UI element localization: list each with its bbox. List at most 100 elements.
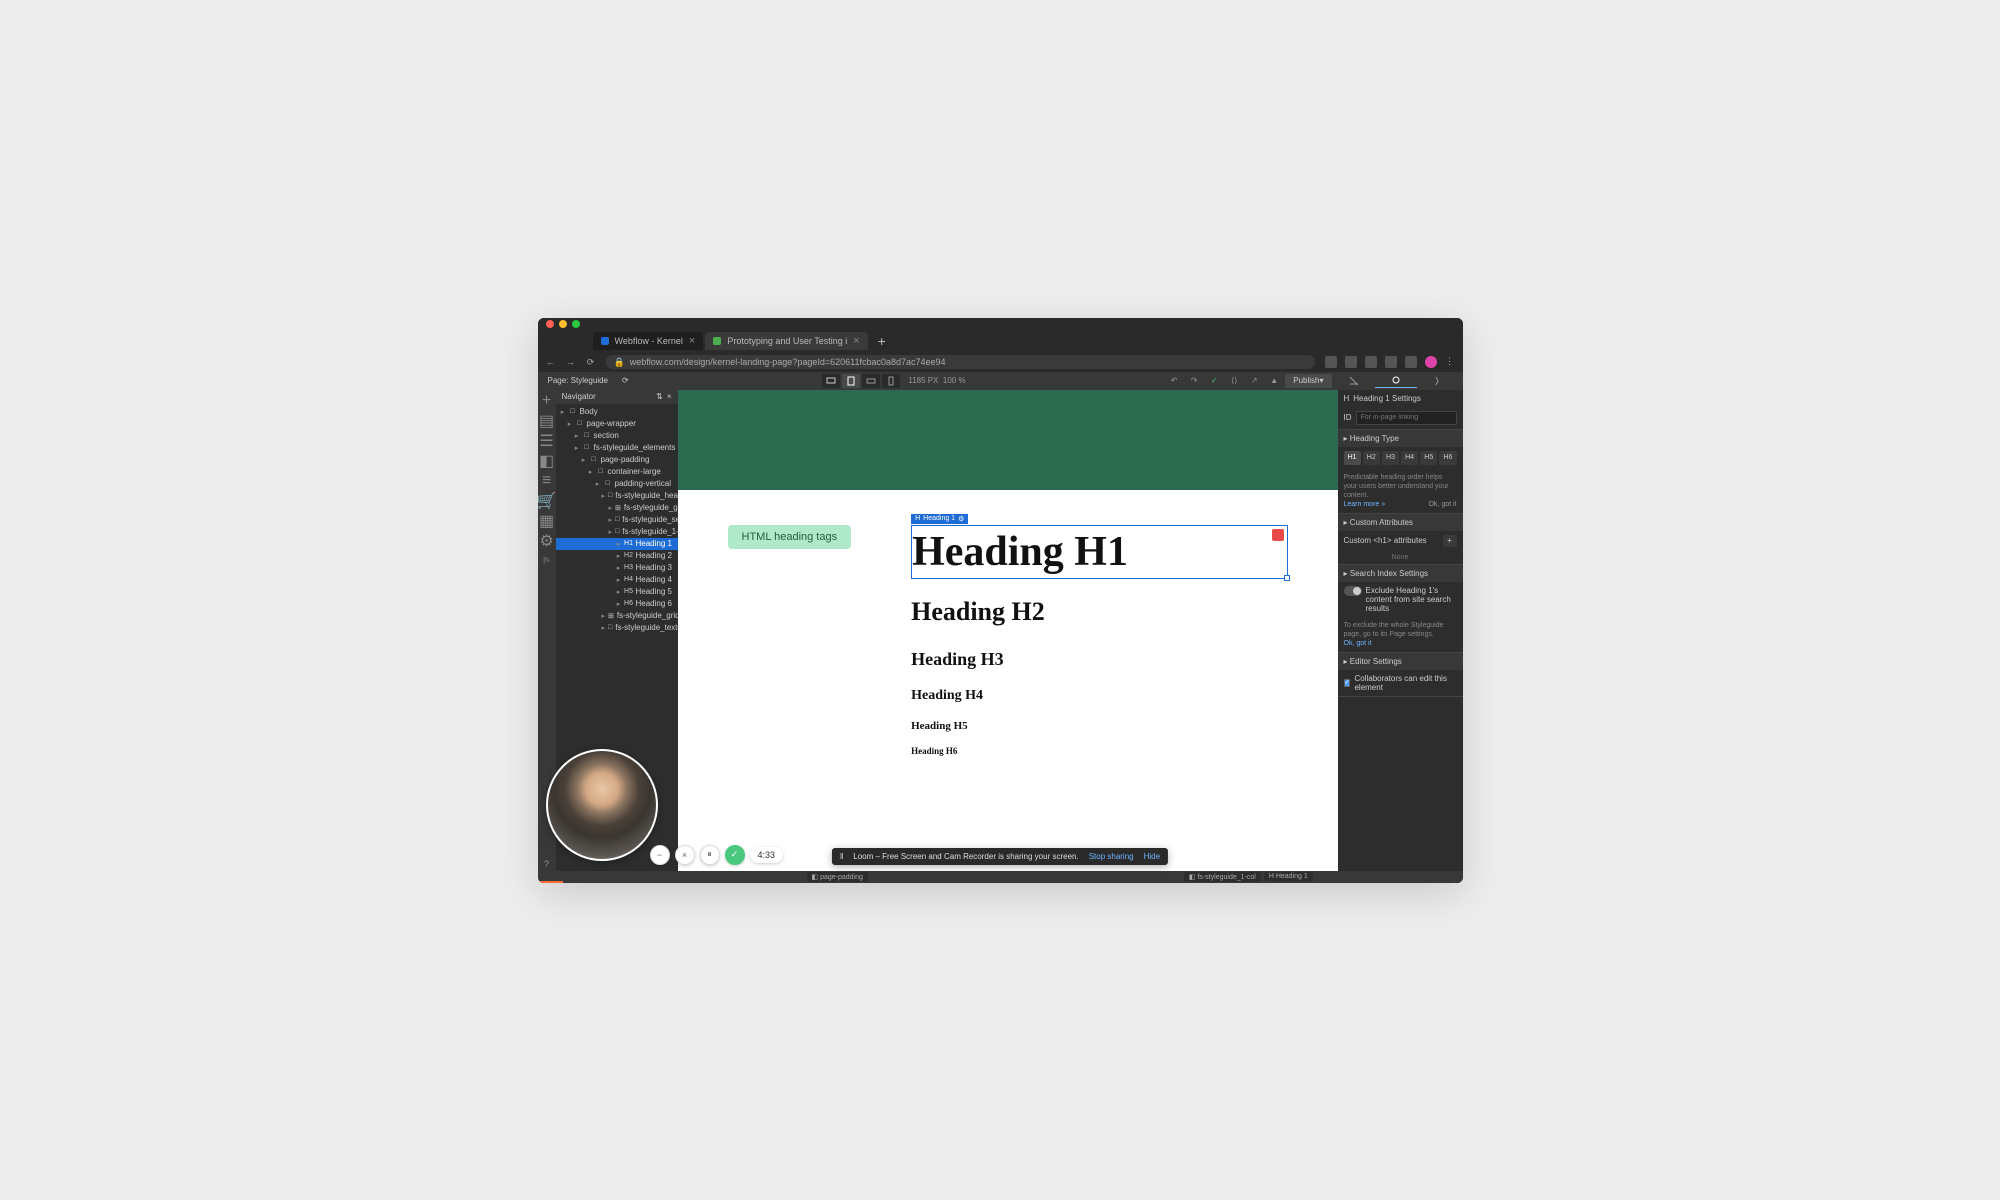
extension-icon[interactable]: [1325, 356, 1337, 368]
add-element-icon[interactable]: +: [540, 394, 554, 408]
audit-icon[interactable]: ✓: [1205, 374, 1223, 388]
breakpoint-tablet-icon[interactable]: [842, 374, 860, 388]
tree-item[interactable]: ▸□section: [556, 430, 678, 442]
heading-h1[interactable]: Heading H1: [912, 528, 1286, 576]
breakpoint-desktop-icon[interactable]: [822, 374, 840, 388]
breadcrumb-item[interactable]: ◧ fs-styleguide_1-col: [1184, 872, 1261, 882]
id-input[interactable]: [1356, 411, 1457, 425]
exclude-toggle[interactable]: [1344, 586, 1362, 596]
extension-icon[interactable]: [1345, 356, 1357, 368]
resize-handle-icon[interactable]: [1284, 575, 1290, 581]
close-window-icon[interactable]: [546, 320, 554, 328]
tab-prototyping[interactable]: Prototyping and User Testing i ×: [705, 332, 867, 350]
loom-restart-button[interactable]: −: [650, 845, 670, 865]
help-icon[interactable]: ?: [540, 857, 554, 871]
settings-panel-tab[interactable]: [1375, 374, 1417, 388]
reload-icon[interactable]: ⟳: [586, 357, 596, 367]
tab-webflow[interactable]: Webflow - Kernel ×: [593, 332, 704, 350]
pages-icon[interactable]: ▤: [540, 414, 554, 428]
add-attr-button[interactable]: +: [1443, 535, 1457, 547]
settings-icon[interactable]: ⚙: [540, 534, 554, 548]
tree-item[interactable]: ▸□fs-styleguide_sect: [556, 514, 678, 526]
close-panel-icon[interactable]: ×: [667, 392, 672, 401]
progress-bar: [538, 881, 563, 883]
tree-item[interactable]: ▸H4Heading 4: [556, 574, 678, 586]
cms-icon[interactable]: ≡: [540, 474, 554, 488]
tree-item[interactable]: ▸□page-wrapper: [556, 418, 678, 430]
close-tab-icon[interactable]: ×: [853, 335, 859, 347]
stop-sharing-button[interactable]: Stop sharing: [1089, 852, 1134, 861]
tree-item[interactable]: ▸⊞fs-styleguide_grid: [556, 610, 678, 622]
heading-h3[interactable]: Heading H3: [911, 649, 1287, 670]
tree-item[interactable]: ▸□Body: [556, 406, 678, 418]
tree-item[interactable]: ▸□padding-vertical: [556, 478, 678, 490]
assets-icon[interactable]: ▦: [540, 514, 554, 528]
selected-element[interactable]: H Heading 1 ⚙ Heading H1: [911, 525, 1287, 579]
maximize-window-icon[interactable]: [572, 320, 580, 328]
loom-cancel-button[interactable]: ×: [675, 845, 695, 865]
tree-item[interactable]: ▸□fs-styleguide_1-co: [556, 526, 678, 538]
redo-icon[interactable]: ↷: [1185, 374, 1203, 388]
collapse-icon[interactable]: ⇅: [656, 392, 663, 401]
refresh-icon[interactable]: ⟳: [622, 376, 629, 385]
interactions-panel-tab[interactable]: [1417, 374, 1459, 388]
heading-h6[interactable]: Heading H6: [911, 746, 1287, 756]
tree-item[interactable]: ▸H5Heading 5: [556, 586, 678, 598]
heading-type-h3[interactable]: H3: [1382, 451, 1399, 465]
publish-button[interactable]: Publish ▾: [1285, 374, 1331, 388]
code-icon[interactable]: ⟨⟩: [1225, 374, 1243, 388]
apps-icon[interactable]: [fs: [540, 554, 554, 568]
tree-item[interactable]: ▸⊞fs-styleguide_grid: [556, 502, 678, 514]
loom-pause-button[interactable]: ⏸: [700, 845, 720, 865]
tree-item[interactable]: ▸□fs-styleguide_headings: [556, 490, 678, 502]
hide-toast-button[interactable]: Hide: [1144, 852, 1160, 861]
loom-webcam[interactable]: [546, 749, 658, 861]
close-tab-icon[interactable]: ×: [689, 335, 695, 347]
undo-icon[interactable]: ↶: [1165, 374, 1183, 388]
components-icon[interactable]: ◧: [540, 454, 554, 468]
heading-type-h6[interactable]: H6: [1439, 451, 1456, 465]
navigator-icon[interactable]: ☰: [540, 434, 554, 448]
got-it-button[interactable]: Ok, got it: [1428, 500, 1456, 509]
breadcrumb-item[interactable]: ◧ page-padding: [807, 872, 868, 882]
heading-h5[interactable]: Heading H5: [911, 720, 1287, 732]
forward-icon[interactable]: →: [566, 357, 576, 367]
avatar-icon[interactable]: [1425, 356, 1437, 368]
heading-type-h5[interactable]: H5: [1420, 451, 1437, 465]
preview-icon[interactable]: ▲: [1265, 374, 1283, 388]
menu-icon[interactable]: ⋮: [1445, 356, 1455, 366]
new-tab-button[interactable]: +: [870, 333, 894, 349]
style-panel-tab[interactable]: [1334, 374, 1376, 388]
tree-item[interactable]: ▸H3Heading 3: [556, 562, 678, 574]
loom-stop-button[interactable]: ✓: [725, 845, 745, 865]
breakpoint-mobile-l-icon[interactable]: [862, 374, 880, 388]
ecommerce-icon[interactable]: 🛒: [540, 494, 554, 508]
tree-item[interactable]: ▸□fs-styleguide_text-styl: [556, 622, 678, 634]
heading-h2[interactable]: Heading H2: [911, 597, 1287, 627]
heading-type-h1[interactable]: H1: [1344, 451, 1361, 465]
tree-item[interactable]: ▸H1Heading 1: [556, 538, 678, 550]
extension-icon[interactable]: [1385, 356, 1397, 368]
minimize-window-icon[interactable]: [559, 320, 567, 328]
breadcrumb-item[interactable]: H Heading 1: [1264, 872, 1313, 881]
collab-checkbox[interactable]: [1344, 679, 1351, 687]
screen-share-toast: ‖ Loom – Free Screen and Cam Recorder is…: [832, 848, 1168, 865]
export-icon[interactable]: ↗: [1245, 374, 1263, 388]
tree-item[interactable]: ▸H6Heading 6: [556, 598, 678, 610]
extension-icon[interactable]: [1405, 356, 1417, 368]
learn-more-link[interactable]: Learn more »: [1344, 501, 1386, 508]
extension-icon[interactable]: [1365, 356, 1377, 368]
tree-item[interactable]: ▸H2Heading 2: [556, 550, 678, 562]
tree-item[interactable]: ▸□container-large: [556, 466, 678, 478]
tree-item[interactable]: ▸□fs-styleguide_elements: [556, 442, 678, 454]
issue-badge-icon[interactable]: [1272, 529, 1284, 541]
url-input[interactable]: 🔒 webflow.com/design/kernel-landing-page…: [606, 355, 1315, 369]
breakpoint-mobile-icon[interactable]: [882, 374, 900, 388]
heading-type-h4[interactable]: H4: [1401, 451, 1418, 465]
tree-item[interactable]: ▸□page-padding: [556, 454, 678, 466]
ok-got-it-link[interactable]: Ok, got it: [1344, 640, 1372, 647]
heading-type-h2[interactable]: H2: [1363, 451, 1380, 465]
canvas[interactable]: HTML heading tags H Heading 1 ⚙ Heading …: [678, 390, 1338, 883]
back-icon[interactable]: ←: [546, 357, 556, 367]
heading-h4[interactable]: Heading H4: [911, 688, 1287, 704]
